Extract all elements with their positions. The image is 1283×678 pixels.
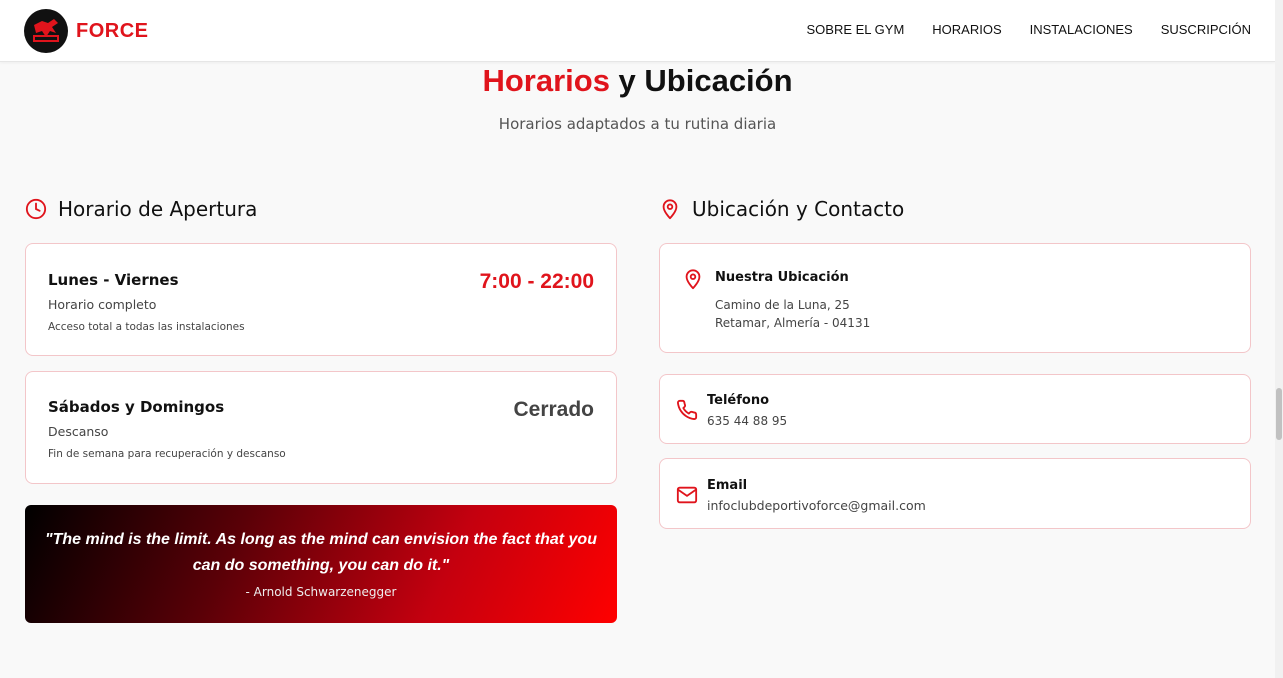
opening-heading: Horario de Apertura (25, 197, 257, 221)
scrollbar-thumb[interactable] (1276, 388, 1282, 440)
weekday-hours-card: Lunes - Viernes Horario completo Acceso … (25, 243, 617, 356)
force-logo-icon (24, 9, 68, 53)
phone-card: Teléfono 635 44 88 95 (659, 374, 1251, 444)
nav-horarios[interactable]: HORARIOS (932, 22, 1001, 37)
section-subtitle: Horarios adaptados a tu rutina diaria (498, 115, 777, 133)
weekday-hours: 7:00 - 22:00 (479, 270, 594, 293)
location-label: Nuestra Ubicación (715, 270, 849, 285)
page-scrollbar[interactable] (1275, 0, 1283, 678)
section-title-accent: Horarios (482, 63, 610, 98)
phone-icon (677, 399, 698, 420)
main-nav: SOBRE EL GYM HORARIOS INSTALACIONES SUSC… (807, 22, 1251, 37)
opening-heading-text: Horario de Apertura (58, 197, 258, 221)
email-label: Email (707, 478, 748, 493)
weekend-title: Sábados y Domingos (48, 398, 225, 416)
quote-author: - Arnold Schwarzenegger (245, 585, 397, 599)
motivational-quote: "The mind is the limit. As long as the m… (25, 505, 617, 623)
email-address-link[interactable]: infoclubdeportivoforce@gmail.com (707, 497, 926, 515)
weekday-title: Lunes - Viernes (48, 271, 179, 289)
address-line-2: Retamar, Almería - 04131 (715, 316, 871, 330)
phone-number-link[interactable]: 635 44 88 95 (707, 412, 787, 430)
phone-label: Teléfono (707, 393, 770, 408)
weekend-hours-card: Sábados y Domingos Descanso Fin de seman… (25, 371, 617, 484)
map-pin-icon (662, 199, 678, 220)
nav-sobre-el-gym[interactable]: SOBRE EL GYM (807, 22, 905, 37)
weekend-note: Fin de semana para recuperación y descan… (48, 448, 286, 460)
location-card: Nuestra Ubicación Camino de la Luna, 25 … (659, 243, 1251, 353)
section-title-rest: y Ubicación (609, 63, 793, 98)
email-card: Email infoclubdeportivoforce@gmail.com (659, 458, 1251, 529)
logo-link[interactable]: FORCE (24, 9, 149, 53)
weekend-hours: Cerrado (513, 398, 594, 421)
weekday-subtitle: Horario completo (48, 297, 157, 312)
map-pin-icon (685, 269, 701, 290)
section-title: Horarios y Ubicación (0, 62, 1275, 100)
contact-heading-text: Ubicación y Contacto (692, 197, 905, 221)
weekday-note: Acceso total a todas las instalaciones (48, 321, 245, 333)
clock-icon (25, 198, 47, 220)
nav-instalaciones[interactable]: INSTALACIONES (1030, 22, 1133, 37)
nav-suscripcion[interactable]: SUSCRIPCIÓN (1161, 22, 1251, 37)
top-navbar: FORCE SOBRE EL GYM HORARIOS INSTALACIONE… (0, 0, 1275, 62)
quote-text: "The mind is the limit. As long as the m… (45, 531, 597, 574)
mail-icon (676, 486, 698, 504)
brand-name: FORCE (76, 19, 149, 42)
weekend-subtitle: Descanso (48, 424, 109, 439)
address-line-1: Camino de la Luna, 25 (715, 298, 850, 312)
contact-heading: Ubicación y Contacto (659, 197, 904, 221)
